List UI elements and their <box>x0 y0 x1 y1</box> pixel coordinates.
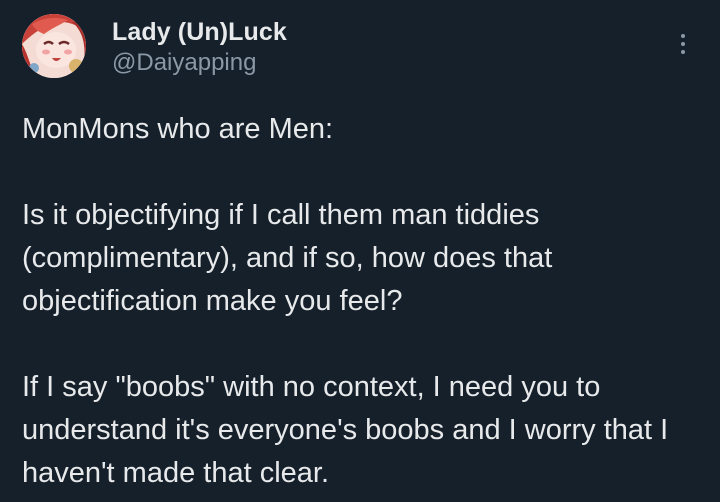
tweet-paragraph: Is it objectifying if I call them man ti… <box>22 199 553 317</box>
paragraph-break <box>22 151 707 194</box>
author-avatar[interactable] <box>22 14 86 78</box>
author-handle[interactable]: @Daiyapping <box>112 48 287 78</box>
more-vertical-icon <box>681 50 685 54</box>
tweet-card: Lady (Un)Luck @Daiyapping MonMons who ar… <box>0 0 720 502</box>
tweet-text: MonMons who are Men: Is it objectifying … <box>22 108 707 495</box>
tweet-paragraph: MonMons who are Men: <box>22 113 334 145</box>
tweet-paragraph: If I say "boobs" with no context, I need… <box>22 371 669 489</box>
author-display-name[interactable]: Lady (Un)Luck <box>112 16 287 48</box>
paragraph-break <box>22 323 707 366</box>
more-vertical-icon <box>681 42 685 46</box>
more-options-button[interactable] <box>670 28 696 60</box>
author-info: Lady (Un)Luck @Daiyapping <box>112 16 287 78</box>
more-vertical-icon <box>681 34 685 38</box>
avatar-illustration-icon <box>22 14 86 78</box>
